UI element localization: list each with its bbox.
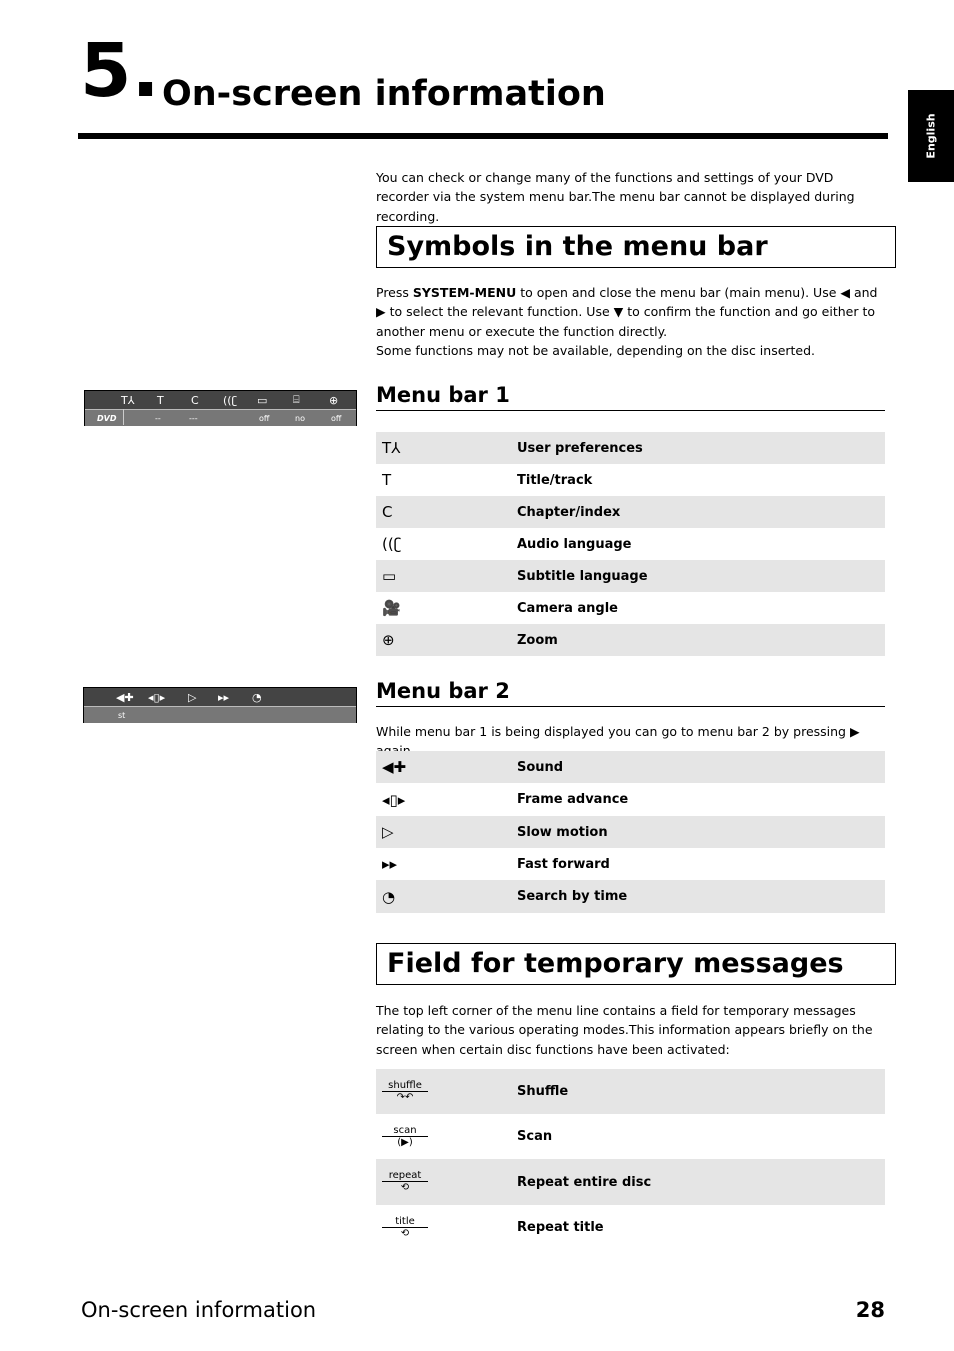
title-icon: T [157,393,164,407]
subtitle-icon: ▭ [382,567,397,585]
frame-advance-icon: ◂▯▸ [148,690,166,704]
page-number: 28 [855,1298,885,1322]
chapter-title: On-screen information [162,74,606,114]
search-by-time-icon: ◔ [382,887,396,906]
table-row: repeat ⟲ Repeat entire disc [376,1159,885,1205]
chapter-icon: C [382,503,393,521]
section-title-messages: Field for temporary messages [376,943,896,985]
search-by-time-icon: ◔ [252,690,262,704]
table-row: ▷ Slow motion [376,816,885,848]
table-row: ◔ Search by time [376,880,885,913]
section-title-symbols: Symbols in the menu bar [376,226,896,268]
menu-bar-1-table: T⅄ User preferences T Title/track C Chapter… [376,432,885,656]
scan-icon: scan (▶) [382,1125,428,1148]
audio-language-icon: ((ʗ [382,535,402,553]
chapter-number: 5. [80,28,160,114]
menu-bar-2-heading: Menu bar 2 [376,679,885,707]
table-row: ▸▸ Fast forward [376,848,885,880]
table-row: ◂▯▸ Frame advance [376,783,885,816]
menu-bar-2-table: ◀✚ Sound ◂▯▸ Frame advance ▷ Slow motion ▸▸… [376,751,885,913]
chapter-icon: C [191,393,199,407]
table-row: ⊕ Zoom [376,624,885,656]
menu-bar-2-screen: ◀✚ ◂▯▸ ▷ ▸▸ ◔ st [83,687,357,723]
user-preferences-icon: T⅄ [121,393,135,407]
menu-bar-1-heading: Menu bar 1 [376,383,885,411]
table-row: shuffle ↷↶ Shuffle [376,1069,885,1114]
messages-table: shuffle ↷↶ Shuffle scan (▶) Scan repeat ⟲ Repe… [376,1069,885,1250]
zoom-icon: ⊕ [329,393,339,407]
sound-icon: ◀✚ [116,690,134,704]
intro-paragraph: You can check or change many of the func… [376,170,855,224]
camera-angle-icon: ⌸ [293,393,300,406]
fast-forward-icon: ▸▸ [382,855,398,873]
slow-motion-icon: ▷ [188,690,197,704]
table-row: title ⟲ Repeat title [376,1205,885,1250]
camera-angle-icon: 🎥 [382,599,401,617]
audio-language-icon: ((ʗ [223,393,238,407]
language-tab: English [908,90,954,182]
table-row: C Chapter/index [376,496,885,528]
table-row: ((ʗ Audio language [376,528,885,560]
sound-icon: ◀✚ [382,758,407,776]
shuffle-icon: shuffle ↷↶ [382,1080,428,1103]
frame-advance-icon: ◂▯▸ [382,790,406,809]
symbols-paragraph: Press SYSTEM-MENU to open and close the … [376,285,878,358]
slow-motion-icon: ▷ [382,823,394,841]
table-row: 🎥 Camera angle [376,592,885,624]
table-row: scan (▶) Scan [376,1114,885,1159]
table-row: ▭ Subtitle language [376,560,885,592]
fast-forward-icon: ▸▸ [218,690,230,704]
subtitle-icon: ▭ [257,393,268,407]
title-rule [78,133,888,139]
table-row: T Title/track [376,464,885,496]
repeat-title-icon: title ⟲ [382,1216,428,1239]
messages-paragraph: The top left corner of the menu line con… [376,1003,873,1057]
footer-section: On-screen information [81,1298,317,1322]
user-preferences-icon: T⅄ [382,439,401,457]
table-row: ◀✚ Sound [376,751,885,783]
menu-bar-1-screen: T⅄ T C ((ʗ ▭ ⌸ ⊕ DVD -- --- off no off [84,390,357,426]
table-row: T⅄ User preferences [376,432,885,464]
repeat-icon: repeat ⟲ [382,1170,428,1193]
title-icon: T [382,471,392,489]
zoom-icon: ⊕ [382,631,395,649]
